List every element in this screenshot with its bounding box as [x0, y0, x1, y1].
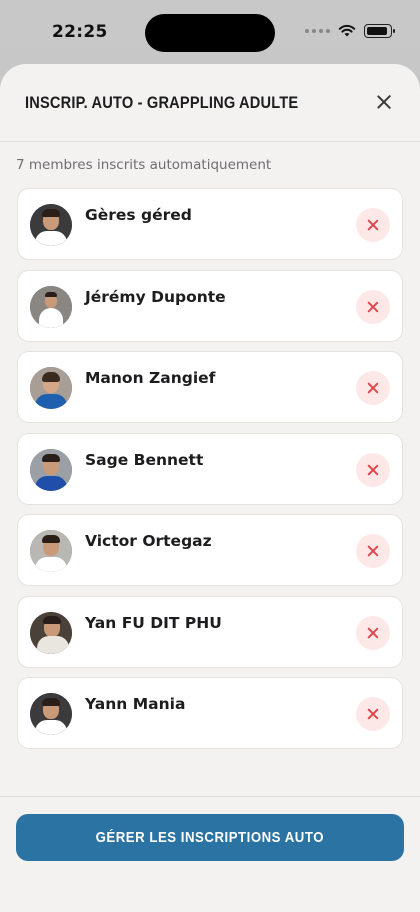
remove-member-button[interactable]	[356, 452, 390, 487]
member-name: Victor Ortegaz	[85, 532, 212, 550]
close-icon[interactable]	[374, 92, 394, 112]
bottom-sheet: INSCRIP. AUTO - GRAPPLING ADULTE 7 membr…	[0, 64, 420, 912]
manage-auto-registrations-label: GÉRER LES INSCRIPTIONS AUTO	[95, 829, 325, 846]
app-screen: 22:25 INSCRIP. AUTO - GRAPPLING ADULTE 7…	[0, 0, 420, 912]
sheet-title: INSCRIP. AUTO - GRAPPLING ADULTE	[25, 93, 299, 112]
member-name: Gères géred	[85, 206, 192, 224]
sheet-header: INSCRIP. AUTO - GRAPPLING ADULTE	[0, 64, 420, 142]
remove-member-button[interactable]	[356, 208, 390, 242]
status-icons	[305, 24, 395, 38]
avatar	[30, 448, 72, 491]
status-bar: 22:25	[0, 0, 420, 64]
remove-member-button[interactable]	[356, 289, 390, 324]
member-name: Sage Bennett	[85, 450, 204, 469]
remove-member-button[interactable]	[356, 697, 390, 731]
member-list: Gères géred Jérémy Duponte Manon Zangief	[17, 188, 403, 759]
status-time: 22:25	[52, 22, 108, 42]
remove-member-button[interactable]	[356, 371, 390, 405]
sheet-footer: GÉRER LES INSCRIPTIONS AUTO	[0, 796, 420, 912]
avatar	[30, 367, 72, 409]
avatar	[30, 611, 72, 654]
battery-icon	[364, 24, 395, 38]
member-card: Jérémy Duponte	[17, 269, 403, 342]
member-card: Yan FU DIT PHU	[17, 595, 403, 668]
cellular-signal-icon	[305, 29, 330, 33]
member-name: Manon Zangief	[85, 369, 216, 387]
avatar	[30, 530, 72, 572]
member-card: Manon Zangief	[17, 351, 403, 423]
wifi-icon	[338, 24, 356, 37]
member-card: Yann Mania	[17, 677, 403, 749]
member-card: Victor Ortegaz	[17, 514, 403, 586]
member-card: Sage Bennett	[17, 432, 403, 505]
member-name: Yann Mania	[85, 695, 186, 713]
avatar	[30, 693, 72, 735]
dynamic-island	[145, 14, 275, 52]
remove-member-button[interactable]	[356, 534, 390, 568]
member-card: Gères géred	[17, 188, 403, 260]
avatar	[30, 285, 72, 328]
manage-auto-registrations-button[interactable]: GÉRER LES INSCRIPTIONS AUTO	[16, 814, 404, 861]
remove-member-button[interactable]	[356, 615, 390, 650]
member-count-label: 7 membres inscrits automatiquement	[16, 157, 272, 173]
avatar	[30, 204, 72, 246]
member-name: Yan FU DIT PHU	[85, 613, 222, 632]
member-name: Jérémy Duponte	[85, 287, 226, 306]
